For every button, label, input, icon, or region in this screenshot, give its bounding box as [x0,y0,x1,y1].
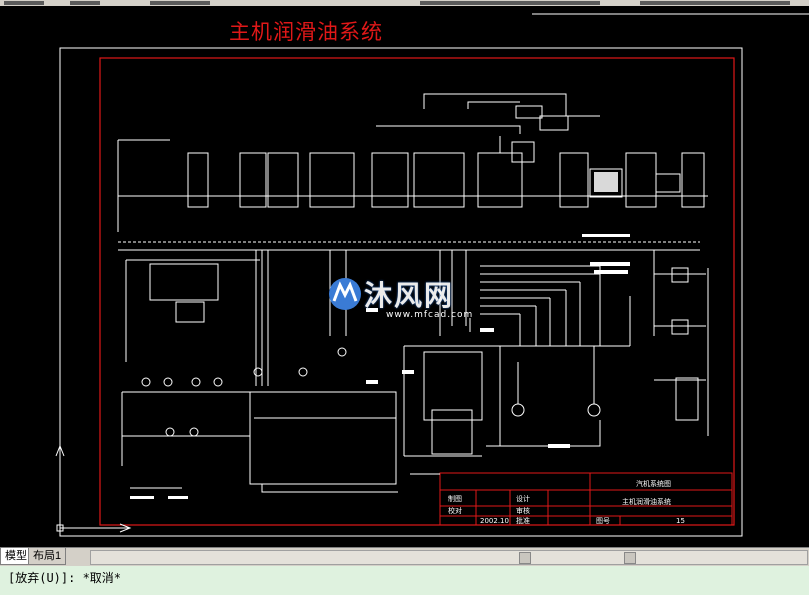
toolbar-button[interactable] [70,1,100,5]
toolbar-button[interactable] [150,1,210,5]
title-block-sheet-label: 图号 [596,517,610,525]
title-block-project: 汽机系统图 [636,479,671,488]
title-block-drawing-name: 主机润滑油系统 [622,497,671,506]
watermark-url: www.mfcad.com [386,310,474,320]
mf-logo-icon [329,278,361,310]
toolbar-dropdown[interactable] [640,1,790,5]
scrollbar-thumb[interactable] [624,552,636,564]
schematic-fills [130,172,630,499]
title-block-text: 汽机系统图 主机润滑油系统 制图 设计 校对 审核 批准 2002.10 图号 … [448,479,685,525]
toolbar-dropdown[interactable] [420,1,600,5]
title-block-role: 校对 [448,506,462,515]
title-block-role: 设计 [516,494,530,503]
ucs-axis-icon [55,444,132,533]
title-block-role: 批准 [516,516,530,525]
tab-layout1[interactable]: 布局1 [28,548,67,565]
title-block-role: 制图 [448,494,462,503]
layout-tab-bar: 模型 布局1 [0,547,809,566]
title-block-sheet-number: 15 [676,517,685,525]
drawing-canvas[interactable]: 汽机系统图 主机润滑油系统 制图 设计 校对 审核 批准 2002.10 图号 … [0,6,809,547]
horizontal-scrollbar[interactable] [90,550,808,565]
title-block-date: 2002.10 [480,517,509,525]
command-line[interactable]: [放弃(U)]: *取消* [0,566,809,595]
watermark-text: 沐风网 [364,279,455,312]
command-line-text: [放弃(U)]: *取消* [8,571,122,585]
watermark: 沐风网 www.mfcad.com [326,274,472,320]
title-block-role: 审核 [516,506,530,515]
scrollbar-thumb[interactable] [519,552,531,564]
drawing-title: 主机润滑油系统 [229,20,383,44]
toolbar-button[interactable] [4,1,44,5]
